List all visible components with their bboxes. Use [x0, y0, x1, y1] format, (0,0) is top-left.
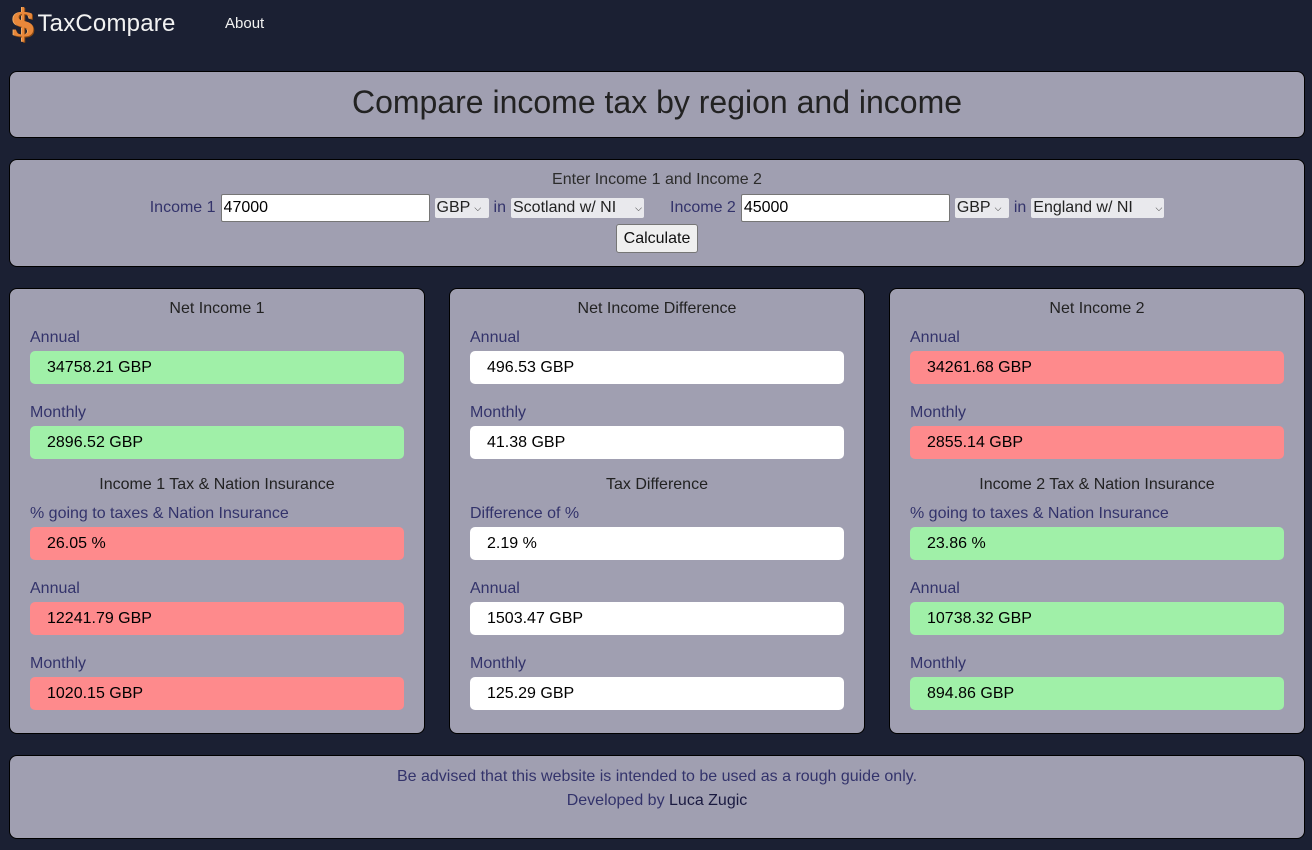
- annual-label: Annual: [470, 329, 520, 346]
- net2-tax-pct-value: 23.86 %: [910, 527, 1284, 560]
- net-income-1-panel: Net Income 1 Annual 34758.21 GBP Monthly…: [9, 288, 425, 734]
- developer-credit: Developed by Luca Zugic: [10, 792, 1304, 810]
- disclaimer-text: Be advised that this website is intended…: [396, 768, 918, 785]
- navbar: $ TaxCompare About: [0, 0, 1312, 48]
- net2-monthly-value: 2855.14 GBP: [910, 426, 1284, 459]
- income2-currency-value: GBP: [956, 199, 991, 216]
- section-title: Tax Difference: [606, 476, 708, 493]
- income1-input[interactable]: [220, 194, 430, 222]
- brand-name: TaxCompare: [37, 10, 176, 37]
- monthly-label: Monthly: [30, 655, 87, 672]
- section-title: Net Income 2: [1049, 300, 1145, 317]
- footer: Be advised that this website is intended…: [9, 755, 1305, 839]
- income2-input[interactable]: [740, 194, 950, 222]
- monthly-label: Monthly: [30, 404, 87, 421]
- income2-in-label: in: [1013, 199, 1027, 216]
- annual-label: Annual: [470, 580, 520, 597]
- chevron-down-icon: ⌵: [474, 202, 482, 213]
- income2-label: Income 2: [670, 199, 736, 216]
- income1-label: Income 1: [149, 199, 216, 216]
- income2-region-select[interactable]: England w/ NI ⌵: [1031, 198, 1165, 218]
- monthly-label: Monthly: [470, 655, 527, 672]
- brand-logo-link[interactable]: $ TaxCompare: [10, 0, 176, 45]
- chevron-down-icon: ⌵: [1155, 202, 1163, 213]
- income2-region-value: England w/ NI: [1033, 199, 1133, 216]
- income1-currency-value: GBP: [436, 199, 471, 216]
- monthly-label: Monthly: [910, 655, 967, 672]
- difference-panel: Net Income Difference Annual 496.53 GBP …: [449, 288, 865, 734]
- income-inputs-row: Income 1 GBP ⌵ in Scotland w/ NI ⌵ Incom…: [10, 194, 1304, 222]
- pct-label: % going to taxes & Nation Insurance: [910, 505, 1169, 522]
- pct-label: Difference of %: [470, 505, 580, 522]
- net1-tax-annual-value: 12241.79 GBP: [30, 602, 404, 635]
- net2-tax-annual-value: 10738.32 GBP: [910, 602, 1284, 635]
- income1-currency-select[interactable]: GBP ⌵: [434, 198, 489, 218]
- net1-tax-monthly-value: 1020.15 GBP: [30, 677, 404, 710]
- developed-by-label: Developed by: [566, 792, 665, 809]
- diff-pct-value: 2.19 %: [470, 527, 844, 560]
- net1-monthly-value: 2896.52 GBP: [30, 426, 404, 459]
- calculate-button[interactable]: Calculate: [615, 224, 699, 253]
- annual-label: Annual: [30, 329, 80, 346]
- section-title: Net Income 1: [169, 300, 265, 317]
- diff-annual-value: 496.53 GBP: [470, 351, 844, 384]
- section-title: Income 1 Tax & Nation Insurance: [99, 476, 335, 493]
- form-heading: Enter Income 1 and Income 2: [552, 171, 762, 188]
- page-title: Compare income tax by region and income: [351, 84, 963, 120]
- annual-label: Annual: [910, 580, 960, 597]
- income-form: Enter Income 1 and Income 2 Income 1 GBP…: [9, 159, 1305, 267]
- income1-region-select[interactable]: Scotland w/ NI ⌵: [511, 198, 644, 218]
- net1-tax-pct-value: 26.05 %: [30, 527, 404, 560]
- chevron-down-icon: ⌵: [635, 202, 642, 213]
- annual-label: Annual: [30, 580, 80, 597]
- net-income-2-panel: Net Income 2 Annual 34261.68 GBP Monthly…: [889, 288, 1305, 734]
- author-link[interactable]: Luca Zugic: [669, 792, 747, 809]
- nav-link-about[interactable]: About: [225, 15, 264, 32]
- income1-in-label: in: [493, 199, 506, 216]
- pct-label: % going to taxes & Nation Insurance: [30, 505, 289, 522]
- net2-annual-value: 34261.68 GBP: [910, 351, 1284, 384]
- diff-monthly-value: 41.38 GBP: [470, 426, 844, 459]
- chevron-down-icon: ⌵: [994, 202, 1002, 213]
- diff-tax-annual-value: 1503.47 GBP: [470, 602, 844, 635]
- dollar-sign-icon: $: [10, 0, 37, 45]
- title-panel: Compare income tax by region and income: [9, 71, 1305, 138]
- net2-tax-monthly-value: 894.86 GBP: [910, 677, 1284, 710]
- net1-annual-value: 34758.21 GBP: [30, 351, 404, 384]
- monthly-label: Monthly: [470, 404, 527, 421]
- income1-region-value: Scotland w/ NI: [513, 199, 617, 216]
- annual-label: Annual: [910, 329, 960, 346]
- income2-currency-select[interactable]: GBP ⌵: [954, 198, 1009, 218]
- section-title: Income 2 Tax & Nation Insurance: [979, 476, 1215, 493]
- monthly-label: Monthly: [910, 404, 967, 421]
- section-title: Net Income Difference: [577, 300, 737, 317]
- diff-tax-monthly-value: 125.29 GBP: [470, 677, 844, 710]
